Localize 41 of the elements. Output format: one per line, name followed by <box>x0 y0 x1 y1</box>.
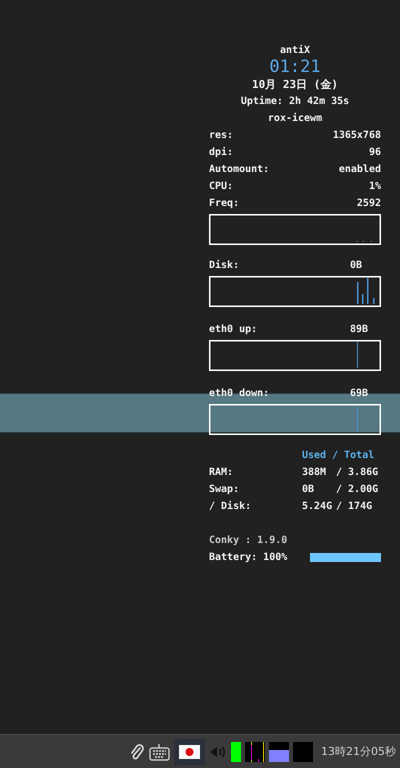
stat-label: Automount: <box>209 163 270 177</box>
total-value: / 174G <box>336 500 372 514</box>
uptime-text: Uptime: 2h 42m 35s <box>240 94 350 109</box>
date-text: 10月 23日 (金) <box>251 77 339 93</box>
memory-label: / Disk: <box>209 500 252 514</box>
keyboard-icon[interactable] <box>149 742 170 760</box>
stat-label: dpi: <box>209 146 234 160</box>
stat-value: enabled <box>338 163 381 177</box>
graph-label: eth0 down: <box>209 387 270 401</box>
graph-value: 0B <box>350 259 362 273</box>
stat-label: CPU: <box>209 180 234 194</box>
graph-value: 89B <box>350 323 368 337</box>
total-value: / 2.00G <box>336 483 378 497</box>
stat-value: 2592 <box>356 197 381 211</box>
stat-label: res: <box>209 129 234 143</box>
stat-label: Freq: <box>209 197 240 211</box>
used-value: 5.24G <box>302 500 334 514</box>
memory-header: Used / Total <box>301 449 376 463</box>
taskbar-clock[interactable]: 13時21分05秒 <box>321 744 396 759</box>
used-value: 0B <box>302 483 316 497</box>
clock-time: 01:21 <box>268 59 322 76</box>
graph-label: eth0 up: <box>209 323 258 337</box>
memory-label: Swap: <box>209 483 240 497</box>
paperclip-icon[interactable] <box>129 742 145 760</box>
cpu-meter-icon[interactable] <box>231 742 241 762</box>
session-name: rox-icewm <box>266 112 324 126</box>
version-text: Conky : 1.9.0 <box>209 534 288 548</box>
flag-icon <box>179 744 200 758</box>
battery-label: Battery: 100% <box>209 551 288 565</box>
memory-label: RAM: <box>209 466 234 480</box>
used-value: 388M <box>302 466 328 480</box>
graph-value: 69B <box>350 387 368 401</box>
stat-value: 1365x768 <box>332 129 381 143</box>
keyboard-layout-button[interactable] <box>174 738 205 764</box>
stat-value: 1% <box>368 180 381 194</box>
graph-label: Disk: <box>209 258 240 273</box>
memory-meter-icon[interactable] <box>269 742 289 762</box>
stat-value: 96 <box>368 146 381 160</box>
distro-title: antiX <box>278 44 312 58</box>
total-value: / 3.86G <box>336 466 378 480</box>
network-meter-icon[interactable] <box>245 742 265 762</box>
